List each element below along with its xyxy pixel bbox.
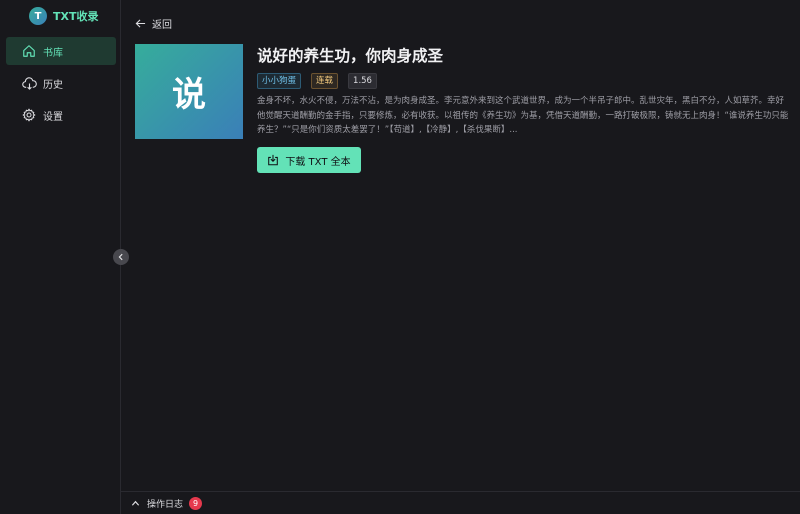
author-tag: 小小狗蛋 <box>257 73 302 89</box>
home-icon <box>21 43 37 59</box>
sidebar-collapse-button[interactable] <box>113 249 129 265</box>
sidebar-item-settings[interactable]: 设置 <box>6 101 116 129</box>
book-description: 金身不坏，水火不侵，万法不沾，是为肉身成圣。李元意外来到这个武道世界，成为一个半… <box>257 96 789 135</box>
status-tag: 连载 <box>311 73 339 89</box>
download-txt-button[interactable]: 下载 TXT 全本 <box>257 147 361 173</box>
sidebar-item-label: 历史 <box>43 79 63 91</box>
sidebar: T TXT收录 书库 历史 设置 <box>0 0 121 514</box>
app-title: TXT收录 <box>53 10 99 23</box>
chevron-left-icon <box>118 253 123 261</box>
sidebar-item-library[interactable]: 书库 <box>6 37 116 65</box>
gear-icon <box>21 107 37 123</box>
log-bar[interactable]: 操作日志 9 <box>121 491 800 514</box>
book-tags: 小小狗蛋 连载 1.56 <box>257 73 387 89</box>
log-label: 操作日志 <box>147 499 184 510</box>
book-cover: 说 <box>135 44 243 139</box>
chevron-up-icon <box>131 499 140 508</box>
app-logo: T TXT收录 <box>29 6 99 26</box>
sidebar-item-label: 设置 <box>43 111 63 123</box>
arrow-left-icon <box>135 18 146 28</box>
book-title: 说好的养生功，你肉身成圣 <box>257 47 444 65</box>
back-button[interactable]: 返回 <box>135 15 172 31</box>
logo-icon: T <box>29 7 47 25</box>
log-count-badge: 9 <box>189 496 203 510</box>
version-tag: 1.56 <box>348 73 377 89</box>
download-icon <box>268 154 279 166</box>
back-label: 返回 <box>152 19 172 31</box>
download-label: 下载 TXT 全本 <box>285 156 351 168</box>
sidebar-item-history[interactable]: 历史 <box>6 69 116 97</box>
cloud-icon <box>21 75 37 91</box>
sidebar-item-label: 书库 <box>43 47 63 59</box>
